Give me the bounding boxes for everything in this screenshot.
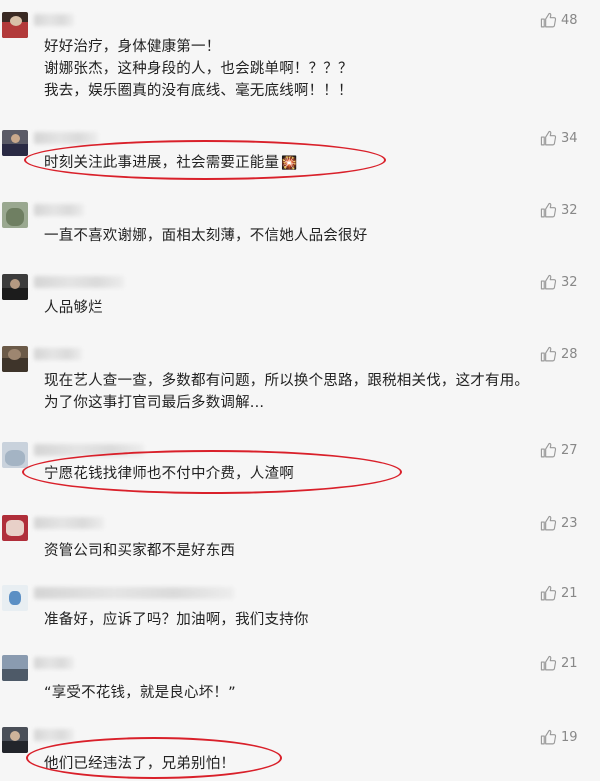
avatar[interactable] [2,442,28,468]
comment-text: 人品够烂 [44,300,103,316]
username-blurred[interactable] [34,204,84,216]
comment-item: 32 一直不喜欢谢娜，面相太刻薄，不信她人品会很好 [0,190,600,250]
avatar[interactable] [2,274,28,300]
avatar[interactable] [2,202,28,228]
avatar[interactable] [2,515,28,541]
comment-text: 一直不喜欢谢娜，面相太刻薄，不信她人品会很好 [44,228,368,244]
like-button[interactable]: 19 [540,726,600,748]
comment-item: 48 好好治疗，身体健康第一！ 谢娜张杰，这种身段的人，也会跳单啊！？？？ 我去… [0,0,600,105]
highlight-ellipse [24,140,386,180]
comment-text: 资管公司和买家都不是好东西 [44,543,236,559]
thumbs-up-icon [540,655,557,670]
like-button[interactable]: 48 [540,9,600,31]
comment-item: 34 时刻关注此事进展，社会需要正能量 🎇 [0,120,600,180]
thumbs-up-icon [540,442,557,457]
thumbs-up-icon [540,130,557,145]
comment-item: 21 准备好，应诉了吗？加油啊，我们支持你 [0,575,600,645]
like-button[interactable]: 28 [540,343,600,365]
comment-item: 19 他们已经违法了，兄弟别怕！ [0,715,600,781]
username-blurred[interactable] [34,348,82,360]
like-button[interactable]: 32 [540,199,600,221]
comment-text: “享受不花钱，就是良心坏！” [44,685,236,701]
highlight-ellipse [22,450,402,494]
avatar[interactable] [2,130,28,156]
like-count: 19 [561,729,578,745]
like-count: 32 [561,202,578,218]
like-count: 27 [561,442,578,458]
thumbs-up-icon [540,585,557,600]
username-blurred[interactable] [34,729,74,741]
username-blurred[interactable] [34,14,74,26]
highlight-ellipse [26,737,282,779]
like-count: 23 [561,515,578,531]
username-blurred[interactable] [34,132,98,144]
username-blurred[interactable] [34,276,124,288]
comment-text: 我去，娱乐圈真的没有底线、毫无底线啊！！！ [44,83,353,99]
comment-text: 谢娜张杰，这种身段的人，也会跳单啊！？？？ [44,61,353,77]
comment-item: 27 宁愿花钱找律师也不付中介费，人渣啊 [0,430,600,495]
thumbs-up-icon [540,274,557,289]
like-button[interactable]: 34 [540,127,600,149]
username-blurred[interactable] [34,657,74,669]
like-count: 21 [561,585,578,601]
username-blurred[interactable] [34,517,104,529]
like-count: 28 [561,346,578,362]
thumbs-up-icon [540,346,557,361]
comment-item: 28 现在艺人查一查，多数都有问题，所以换个思路，跟税相关伐，这才有用。 为了你… [0,334,600,414]
avatar[interactable] [2,727,28,753]
thumbs-up-icon [540,202,557,217]
comment-text: 为了你这事打官司最后多数调解... [44,395,265,411]
like-button[interactable]: 21 [540,652,600,674]
comment-text: 好好治疗，身体健康第一！ [44,39,221,55]
like-count: 21 [561,655,578,671]
thumbs-up-icon [540,515,557,530]
comment-item: 21 “享受不花钱，就是良心坏！” [0,645,600,710]
like-button[interactable]: 21 [540,582,600,604]
like-button[interactable]: 27 [540,439,600,461]
like-count: 48 [561,12,578,28]
like-button[interactable]: 23 [540,512,600,534]
comment-item: 32 人品够烂 [0,262,600,322]
username-blurred[interactable] [34,587,234,599]
avatar[interactable] [2,655,28,681]
comment-item: 23 资管公司和买家都不是好东西 [0,505,600,565]
thumbs-up-icon [540,729,557,744]
thumbs-up-icon [540,12,557,27]
comment-text: 现在艺人查一查，多数都有问题，所以换个思路，跟税相关伐，这才有用。 [44,373,530,389]
avatar[interactable] [2,346,28,372]
avatar[interactable] [2,585,28,611]
like-count: 34 [561,130,578,146]
avatar[interactable] [2,12,28,38]
like-button[interactable]: 32 [540,271,600,293]
like-count: 32 [561,274,578,290]
comment-text: 准备好，应诉了吗？加油啊，我们支持你 [44,612,309,628]
